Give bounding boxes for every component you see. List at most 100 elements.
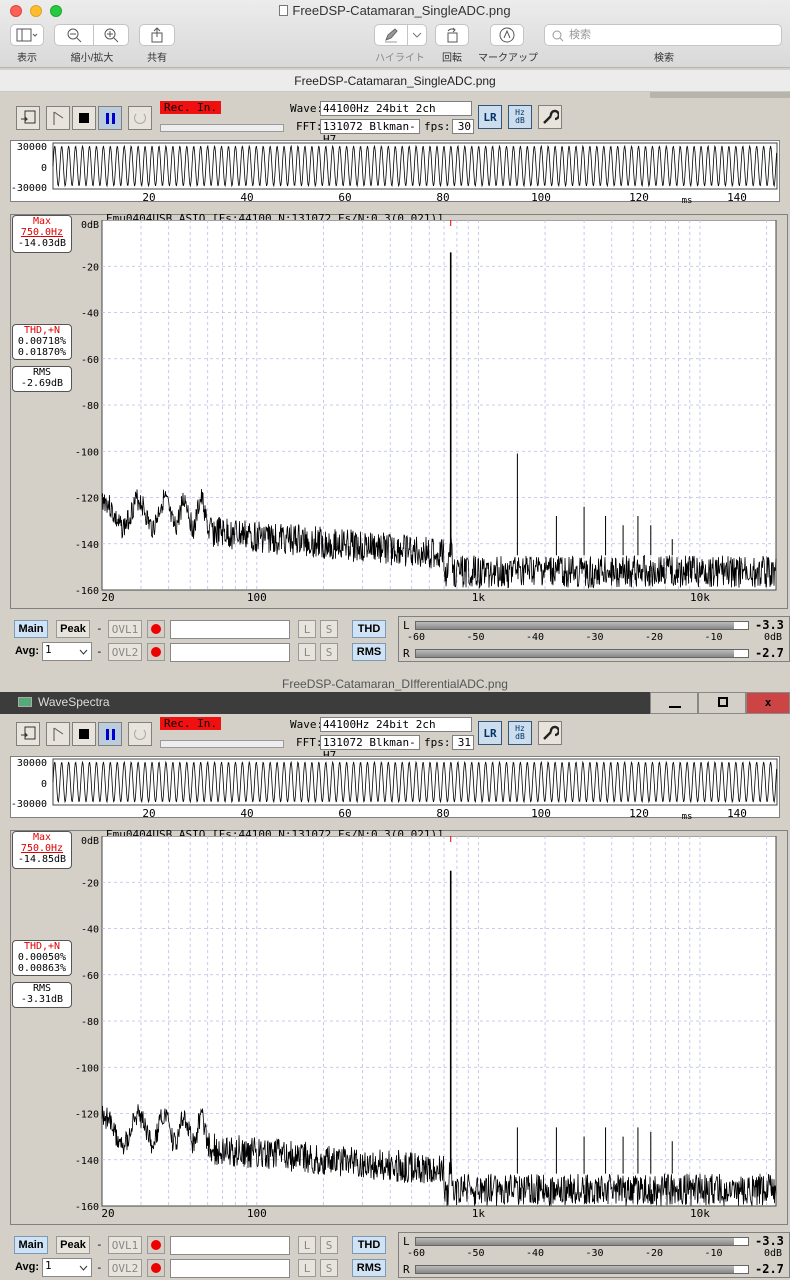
- l-button-1[interactable]: L: [298, 1236, 316, 1254]
- meter-l-peak: [734, 622, 748, 629]
- thd-button[interactable]: THD: [352, 1236, 386, 1254]
- fft-label: FFT:: [296, 120, 323, 133]
- fps-label: fps:: [424, 736, 451, 749]
- pause-button[interactable]: [98, 106, 122, 130]
- record-button[interactable]: [128, 722, 152, 746]
- lr-button[interactable]: LR: [478, 721, 502, 745]
- meter-l-level: -3.3: [755, 1234, 784, 1248]
- l-button-2[interactable]: L: [298, 1259, 316, 1277]
- meter-tick-label: -60: [407, 1248, 426, 1259]
- lr-button[interactable]: LR: [478, 105, 502, 129]
- y-tick-label: -60: [81, 971, 99, 982]
- pause-icon: [105, 728, 115, 740]
- settings-button[interactable]: [538, 105, 562, 129]
- zoom-out-button[interactable]: [54, 24, 94, 46]
- scope-x-tick: ms: [682, 812, 693, 819]
- wavespectra-window-1: Rec. In. Wave: 44100Hz 24bit 2ch FFT: 131072…: [0, 98, 790, 674]
- input-select-button[interactable]: [16, 722, 40, 746]
- s-button-2[interactable]: S: [320, 643, 338, 661]
- search-label: 検索: [654, 53, 674, 64]
- minimize-icon: [669, 706, 681, 708]
- hz-db-icon: Hz dB: [515, 108, 525, 125]
- avg-label: Avg:: [15, 1261, 40, 1273]
- hz-db-button[interactable]: Hz dB: [508, 105, 532, 129]
- thd-title: THD,+N: [23, 941, 61, 952]
- thd-button[interactable]: THD: [352, 620, 386, 638]
- pause-icon: [105, 112, 115, 124]
- highlight-button[interactable]: [374, 24, 408, 46]
- meter-r-level: -2.7: [755, 646, 784, 660]
- trigger-button[interactable]: [46, 106, 70, 130]
- ovl2-led-icon: [147, 643, 165, 661]
- waveform-plot: 30000 0 -30000 20 40 60 80 100 120 ms 140: [11, 758, 778, 822]
- y-tick-label: -80: [81, 401, 99, 412]
- zoom-out-icon: [67, 28, 82, 43]
- highlight-menu-button[interactable]: [407, 24, 427, 46]
- markup-button[interactable]: [490, 24, 524, 46]
- scope-x-tick: 120: [629, 807, 649, 819]
- peak-button[interactable]: Peak: [56, 1236, 90, 1254]
- input-select-button[interactable]: [16, 106, 40, 130]
- thd-title: THD,+N: [23, 325, 61, 336]
- avg-value: 1: [45, 1259, 52, 1272]
- rms-button[interactable]: RMS: [352, 643, 386, 661]
- ovl2-field[interactable]: [170, 643, 290, 662]
- y-tick-label: -40: [81, 309, 99, 320]
- s-button-1[interactable]: S: [320, 620, 338, 638]
- wave-format: 44100Hz 24bit 2ch: [320, 717, 472, 732]
- ovl2-field[interactable]: [170, 1259, 290, 1278]
- y-tick-label: -120: [75, 1110, 99, 1121]
- y-tick-label: -140: [75, 540, 99, 551]
- ovl1-field[interactable]: [170, 620, 290, 639]
- x-tick-label: 100: [247, 591, 267, 602]
- record-button[interactable]: [128, 106, 152, 130]
- input-level-slider[interactable]: [160, 124, 284, 132]
- search-input[interactable]: 検索: [544, 24, 782, 46]
- pause-button[interactable]: [98, 722, 122, 746]
- zoom-in-button[interactable]: [93, 24, 129, 46]
- scope-y-tick: -30000: [11, 799, 47, 810]
- share-label: 共有: [147, 53, 167, 64]
- refresh-icon: [134, 728, 146, 740]
- thd-value: 0.00050%: [17, 952, 67, 963]
- app-title: WaveSpectra: [38, 695, 110, 709]
- sidebar-button[interactable]: [10, 24, 44, 46]
- scope-x-tick: 20: [142, 807, 155, 819]
- close-icon: x: [764, 696, 772, 709]
- rms-value: -3.31dB: [20, 994, 64, 1005]
- hz-db-button[interactable]: Hz dB: [508, 721, 532, 745]
- app-title-bar: WaveSpectra: [0, 692, 650, 714]
- lr-icon: LR: [483, 726, 497, 740]
- rms-button[interactable]: RMS: [352, 1259, 386, 1277]
- rotate-button[interactable]: [435, 24, 469, 46]
- y-tick-label: -160: [75, 1202, 99, 1213]
- settings-button[interactable]: [538, 721, 562, 745]
- l-button-2[interactable]: L: [298, 643, 316, 661]
- share-button[interactable]: [139, 24, 175, 46]
- avg-select[interactable]: 1: [42, 1258, 92, 1277]
- close-button[interactable]: x: [746, 692, 790, 714]
- trigger-button[interactable]: [46, 722, 70, 746]
- stop-button[interactable]: [72, 722, 96, 746]
- meter-tick-label: -30: [585, 1248, 604, 1259]
- l-button-1[interactable]: L: [298, 620, 316, 638]
- main-button[interactable]: Main: [14, 1236, 48, 1254]
- dash-label-2: -: [96, 1261, 103, 1274]
- main-button[interactable]: Main: [14, 620, 48, 638]
- scope-x-tick: ms: [682, 196, 693, 203]
- y-tick-label: -40: [81, 925, 99, 936]
- x-tick-label: 20: [101, 1207, 114, 1218]
- stop-button[interactable]: [72, 106, 96, 130]
- meter-tick-label: 0dB: [764, 632, 783, 643]
- ovl1-field[interactable]: [170, 1236, 290, 1255]
- scope-x-tick: 60: [338, 807, 351, 819]
- meter-tick-label: 0dB: [764, 1248, 783, 1259]
- s-button-2[interactable]: S: [320, 1259, 338, 1277]
- x-tick-label: 1k: [472, 591, 486, 602]
- s-button-1[interactable]: S: [320, 1236, 338, 1254]
- maximize-button[interactable]: [698, 692, 746, 714]
- peak-button[interactable]: Peak: [56, 620, 90, 638]
- avg-select[interactable]: 1: [42, 642, 92, 661]
- input-level-slider[interactable]: [160, 740, 284, 748]
- minimize-button[interactable]: [650, 692, 698, 714]
